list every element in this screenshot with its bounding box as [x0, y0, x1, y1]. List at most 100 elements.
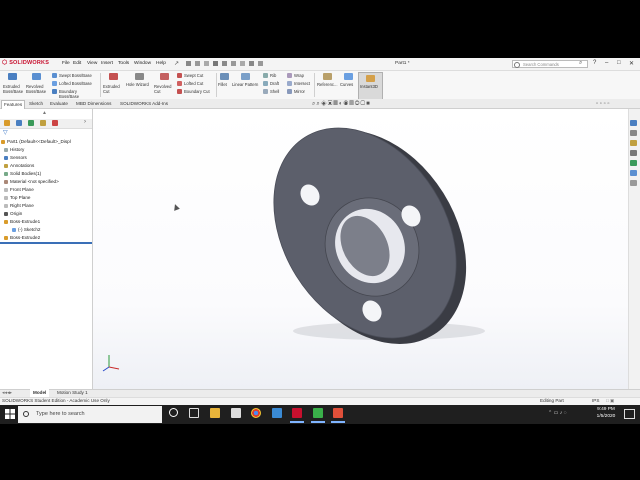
tree-item-right-plane[interactable]: Right Plane: [4, 202, 34, 209]
save-icon[interactable]: [213, 61, 218, 66]
units-selector[interactable]: IPS: [592, 398, 599, 404]
revolved-cut-button[interactable]: Revolved Cut: [154, 73, 176, 97]
tab-solidworks-addins[interactable]: SOLIDWORKS Add-Ins: [118, 100, 170, 108]
fillet-button[interactable]: Fillet: [218, 73, 231, 97]
new-icon[interactable]: [195, 61, 200, 66]
menu-tools[interactable]: Tools: [118, 61, 129, 66]
menu-insert[interactable]: Insert: [101, 61, 113, 66]
select-icon[interactable]: [240, 61, 245, 66]
filter-icon[interactable]: ▽: [3, 129, 8, 136]
taskbar-search-input[interactable]: Type here to search: [18, 406, 162, 423]
custom-properties-icon[interactable]: [630, 170, 637, 176]
menu-window[interactable]: Window: [134, 61, 151, 66]
menu-edit[interactable]: Edit: [73, 61, 81, 66]
boundary-cut-button[interactable]: Boundary Cut: [177, 89, 215, 96]
feature-manager-tab-icon[interactable]: [4, 120, 10, 126]
home-icon[interactable]: [630, 120, 637, 126]
tree-item-solid-bodies[interactable]: Solid Bodies(1): [4, 170, 41, 177]
swept-cut-button[interactable]: Swept Cut: [177, 73, 213, 80]
restore-icon[interactable]: □: [617, 60, 621, 66]
open-icon[interactable]: [204, 61, 209, 66]
mirror-button[interactable]: Mirror: [287, 89, 313, 96]
menu-file[interactable]: File: [62, 61, 70, 66]
mail-icon[interactable]: [231, 408, 241, 418]
file-explorer-icon[interactable]: [210, 408, 220, 418]
rib-button[interactable]: Rib: [263, 73, 283, 80]
tree-item-front-plane[interactable]: Front Plane: [4, 186, 34, 193]
tree-item-boss-extrude1[interactable]: Boss-Extrude1: [4, 218, 40, 225]
pin-icon[interactable]: ↗: [174, 60, 179, 67]
tab-nav-arrows[interactable]: ◂◂◂▸: [2, 390, 12, 396]
status-icons[interactable]: □ ▣: [606, 398, 614, 404]
flange-part-model[interactable]: [93, 109, 628, 389]
cortana-icon[interactable]: [169, 408, 178, 417]
lofted-cut-button[interactable]: Lofted Cut: [177, 81, 213, 88]
solidworks-logo[interactable]: ⬡ SOLIDWORKS: [2, 59, 49, 66]
undo-icon[interactable]: [231, 61, 236, 66]
boundary-boss-button[interactable]: Boundary Boss/Base: [52, 89, 98, 99]
swept-boss-button[interactable]: Swept Boss/Base: [52, 73, 98, 80]
rollback-bar[interactable]: [0, 242, 92, 244]
revolved-boss-button[interactable]: Revolved Boss/Base: [26, 73, 48, 97]
dimxpert-tab-icon[interactable]: [40, 120, 46, 126]
notifications-icon[interactable]: [624, 409, 635, 419]
home-icon[interactable]: [186, 61, 191, 66]
wrap-button[interactable]: Wrap: [287, 73, 313, 80]
print-icon[interactable]: [222, 61, 227, 66]
tree-item-top-plane[interactable]: Top Plane: [4, 194, 30, 201]
tree-item-sketch2[interactable]: (-) Sketch2: [12, 226, 40, 233]
edge-icon[interactable]: [272, 408, 282, 418]
menu-view[interactable]: View: [87, 61, 97, 66]
tab-motion-study[interactable]: Motion Study 1: [54, 389, 91, 397]
solidworks-taskbar-icon[interactable]: [292, 408, 302, 418]
reference-geometry-button[interactable]: Referenc...: [317, 73, 339, 97]
panel-expand-icon[interactable]: ▲: [42, 110, 47, 116]
tab-sketch[interactable]: Sketch: [27, 100, 45, 108]
instant3d-button[interactable]: Instant3D: [358, 72, 383, 100]
library-icon[interactable]: [630, 140, 637, 146]
taskbar-clock[interactable]: 9:49 PM 1/5/2020: [593, 406, 619, 420]
extruded-cut-button[interactable]: Extruded Cut: [103, 73, 125, 97]
tree-item-boss-extrude2[interactable]: Boss-Extrude2: [4, 234, 40, 241]
help-icon[interactable]: ?: [593, 60, 596, 66]
chrome-icon[interactable]: [251, 408, 261, 418]
file-explorer-icon[interactable]: [630, 150, 637, 156]
camtasia-icon[interactable]: [313, 408, 323, 418]
system-tray-icons[interactable]: ⌃ ▭ ♪ ◌: [548, 410, 567, 416]
curves-button[interactable]: Curves: [340, 73, 356, 97]
resources-icon[interactable]: [630, 130, 637, 136]
tree-item-history[interactable]: History: [4, 146, 24, 153]
linear-pattern-button[interactable]: Linear Pattern: [232, 73, 260, 97]
viewport-window-controls[interactable]: ▫ ▫ ▫ ▫: [596, 101, 610, 107]
tab-evaluate[interactable]: Evaluate: [48, 100, 70, 108]
heads-up-view-toolbar[interactable]: ⌕⌕◈▣▦◐◉▤◎▢■: [312, 101, 371, 108]
tab-mbd-dimensions[interactable]: MBD Dimensions: [74, 100, 113, 108]
windows-start-icon[interactable]: [5, 409, 15, 419]
search-go-icon[interactable]: ⌕: [579, 60, 582, 67]
lofted-boss-button[interactable]: Lofted Boss/Base: [52, 81, 98, 88]
search-commands-input[interactable]: Search Commands: [512, 60, 588, 68]
tab-features[interactable]: Features: [1, 100, 26, 109]
minimize-icon[interactable]: –: [605, 60, 608, 66]
draft-button[interactable]: Draft: [263, 81, 285, 88]
close-icon[interactable]: ✕: [629, 60, 634, 67]
appearances-icon[interactable]: [630, 160, 637, 166]
tree-item-material[interactable]: Material <not specified>: [4, 178, 59, 185]
rebuild-icon[interactable]: [249, 61, 254, 66]
options-icon[interactable]: [258, 61, 263, 66]
hole-wizard-button[interactable]: Hole Wizard: [126, 73, 154, 97]
tab-model[interactable]: Model: [30, 389, 50, 397]
menu-help[interactable]: Help: [156, 61, 166, 66]
configuration-manager-tab-icon[interactable]: [28, 120, 34, 126]
task-view-icon[interactable]: [189, 408, 199, 418]
tree-item-origin[interactable]: Origin: [4, 210, 22, 217]
tree-item-sensors[interactable]: Sensors: [4, 154, 27, 161]
display-manager-tab-icon[interactable]: [52, 120, 58, 126]
recorder-icon[interactable]: [333, 408, 343, 418]
shell-button[interactable]: Shell: [263, 89, 285, 96]
panel-scroll-right-icon[interactable]: ›: [84, 119, 86, 125]
extruded-boss-button[interactable]: Extruded Boss/Base: [3, 73, 23, 97]
property-manager-tab-icon[interactable]: [16, 120, 22, 126]
forum-icon[interactable]: [630, 180, 637, 186]
tree-item-annotations[interactable]: Annotations: [4, 162, 34, 169]
